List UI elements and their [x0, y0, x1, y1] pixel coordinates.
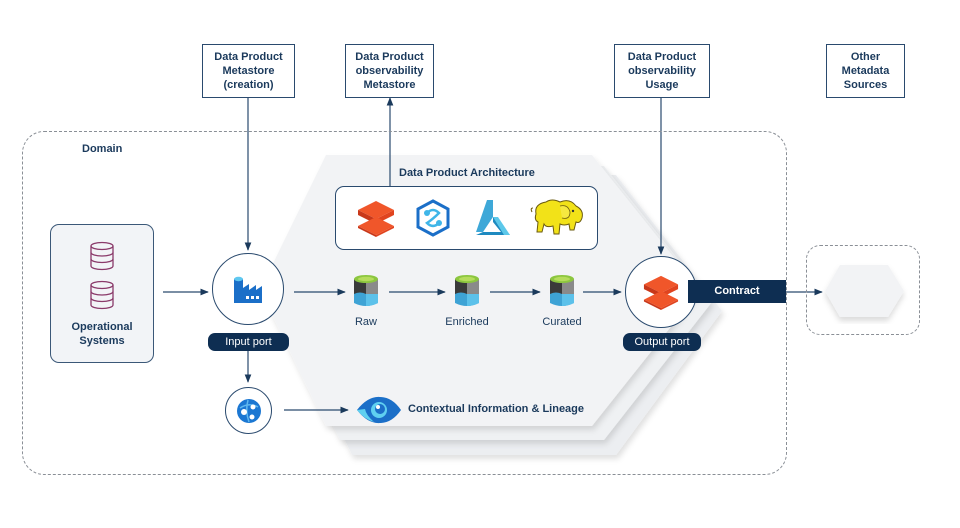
input-port-label: Input port	[208, 333, 289, 351]
lineage-label: Contextual Information & Lineage	[408, 403, 585, 415]
output-port-label: Output port	[623, 333, 701, 351]
external-data-product-hexagon	[825, 265, 904, 317]
observability-metastore-box: Data Product observability Metastore	[345, 44, 434, 98]
machine-learning-icon	[476, 200, 510, 235]
databricks-icon	[643, 275, 679, 310]
metastore-creation-box: Data Product Metastore (creation)	[202, 44, 295, 98]
other-metadata-sources-box: Other Metadata Sources	[826, 44, 905, 98]
raw-storage-icon	[354, 275, 378, 306]
enriched-label: Enriched	[445, 316, 489, 328]
database-icon	[90, 241, 114, 271]
catalog-node[interactable]	[225, 387, 272, 434]
curated-label: Curated	[542, 316, 582, 328]
raw-label: Raw	[354, 316, 377, 328]
purview-catalog-icon	[236, 398, 261, 423]
domain-label: Domain	[82, 143, 123, 155]
observability-usage-box: Data Product observability Usage	[614, 44, 710, 98]
hadoop-elephant-icon	[530, 199, 583, 235]
input-port-node[interactable]	[212, 253, 284, 325]
eye-icon	[357, 396, 401, 424]
contract-box[interactable]: Contract	[688, 280, 786, 303]
database-icon	[90, 280, 114, 310]
data-factory-icon	[234, 276, 262, 303]
output-port-node[interactable]	[625, 256, 697, 328]
architecture-title: Data Product Architecture	[399, 167, 535, 179]
curated-storage-icon	[550, 275, 574, 306]
operational-systems-label: Operational Systems	[71, 321, 133, 347]
enriched-storage-icon	[455, 275, 479, 306]
databricks-icon	[358, 201, 394, 237]
synapse-icon	[416, 199, 450, 237]
